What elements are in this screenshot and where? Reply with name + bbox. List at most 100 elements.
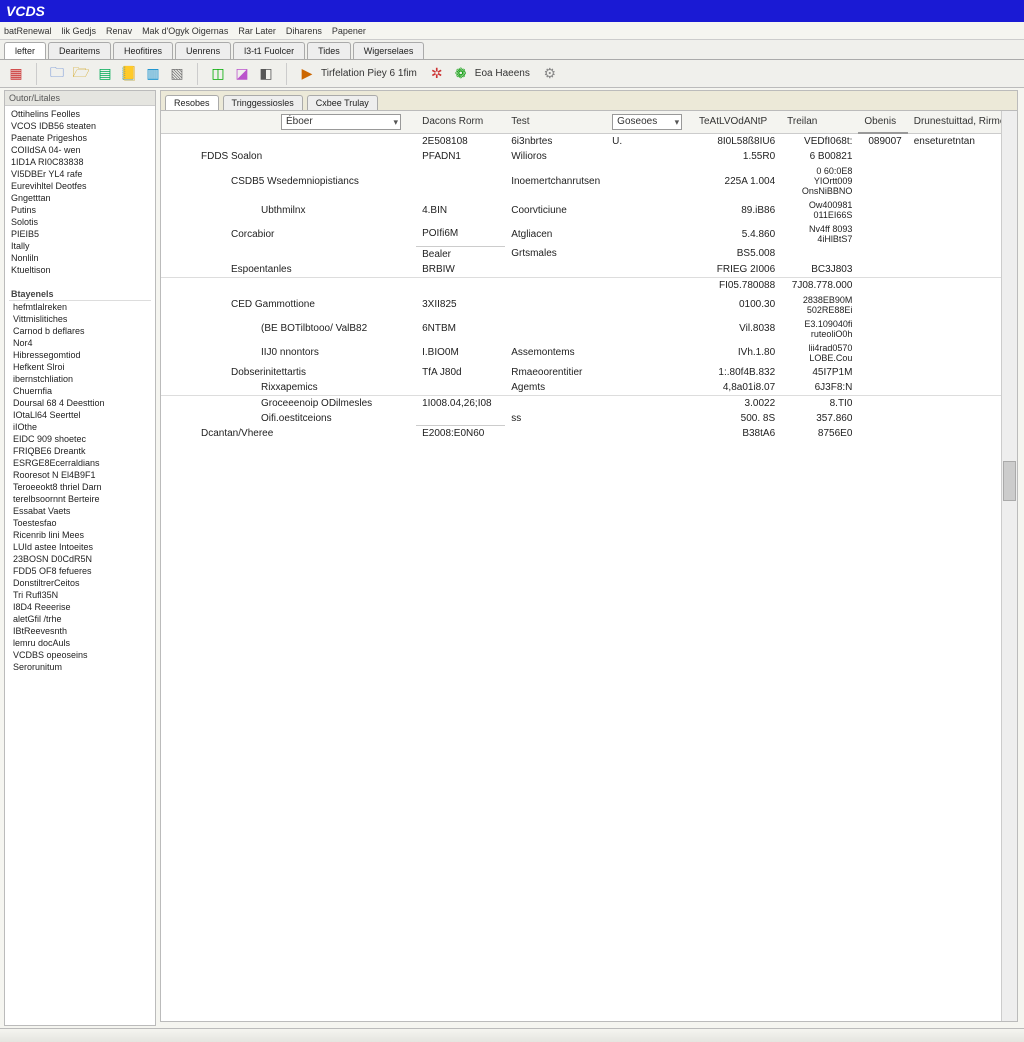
sidebar-item[interactable]: IOtaLl64 Seerttel — [11, 409, 151, 421]
open-icon[interactable]: 🗀 — [47, 64, 67, 84]
tab[interactable]: Wigerselaes — [353, 42, 425, 59]
sidebar-item[interactable]: terelbsoornnt Berteire — [11, 493, 151, 505]
table-row[interactable]: 2E5081086i3nbrtesU.8I0L58ß8IU6VEDfI068t:… — [161, 133, 1017, 149]
sidebar-item[interactable]: Toestesfao — [11, 517, 151, 529]
sidebar-item[interactable]: Eurevihltel Deotfes — [9, 180, 151, 192]
table-row[interactable]: (BE BOTilbtooo/ ValB826NTBMVil.8038E3.10… — [161, 317, 1017, 341]
col-header[interactable]: Test — [505, 111, 606, 133]
table-row[interactable]: FI05.7800887J08.778.000 — [161, 277, 1017, 293]
sidebar-item[interactable]: Ottihelins Feolles — [9, 108, 151, 120]
sidebar-item[interactable]: lemru docAuls — [11, 637, 151, 649]
sheet-icon[interactable]: ▥ — [143, 64, 163, 84]
sidebar-item[interactable]: FRIQBE6 Dreantk — [11, 445, 151, 457]
chart-icon[interactable]: ◧ — [256, 64, 276, 84]
sidebar-item[interactable]: VCOS IDB56 steaten — [9, 120, 151, 132]
sidebar-item[interactable]: Essabat Vaets — [11, 505, 151, 517]
subtab[interactable]: Tringgessiosles — [223, 95, 303, 110]
pict-icon[interactable]: ◫ — [208, 64, 228, 84]
filter-dropdown[interactable]: Goseoes — [612, 114, 682, 130]
sidebar-item[interactable]: COIIdSA 04- wen — [9, 144, 151, 156]
doc-icon[interactable]: ▦ — [6, 64, 26, 84]
sidebar-item[interactable]: ESRGE8Ecerraldians — [11, 457, 151, 469]
play-icon[interactable]: ▶ — [297, 64, 317, 84]
sidebar-item[interactable]: Paenate Prigeshos — [9, 132, 151, 144]
sidebar-item[interactable]: hefmtlalreken — [11, 301, 151, 313]
sidebar-item[interactable]: Vittmislitiches — [11, 313, 151, 325]
sidebar-item[interactable]: Hefkent Slroi — [11, 361, 151, 373]
menu-item[interactable]: lik Gedjs — [62, 26, 97, 36]
tab[interactable]: Heofitires — [113, 42, 173, 59]
tab[interactable]: l3-t1 Fuolcer — [233, 42, 305, 59]
sidebar-item[interactable]: Nonliln — [9, 252, 151, 264]
col-header[interactable]: Obenis — [858, 111, 907, 133]
table-row[interactable]: Oifi.oestitceionsss500. 8S357.860 — [161, 411, 1017, 426]
open2-icon[interactable]: 🗁 — [71, 64, 91, 84]
sidebar-item[interactable]: 23BOSN D0CdR5N — [11, 553, 151, 565]
sidebar-item[interactable]: Chuernfia — [11, 385, 151, 397]
table-row[interactable]: FDDS SoalonPFADN1Wilioros1.55R06 B00821 — [161, 149, 1017, 164]
sidebar-item[interactable]: Doursal 68 4 Deesttion — [11, 397, 151, 409]
book-icon[interactable]: 📒 — [119, 64, 139, 84]
menu-item[interactable]: Diharens — [286, 26, 322, 36]
gear2-icon[interactable]: ❁ — [451, 64, 471, 84]
settings-icon[interactable]: ⚙ — [540, 64, 560, 84]
menu-item[interactable]: Rar Later — [238, 26, 276, 36]
table-row[interactable]: CSDB5 WsedemniopistiancsInoemertchanruts… — [161, 164, 1017, 198]
table-row[interactable]: IIJ0 nnontorsI.BIO0MAssemontemsIVh.1.80l… — [161, 341, 1017, 365]
table-row[interactable]: CED Gammottione3XII8250100.302838EB90M50… — [161, 293, 1017, 317]
table-row[interactable]: CorcabiorPOIfi6MAtgliacen5.4.860Nv4ff 80… — [161, 222, 1017, 246]
col-header[interactable]: Dacons Rorm — [416, 111, 505, 133]
sidebar-item[interactable]: iIOthe — [11, 421, 151, 433]
gear-icon[interactable]: ✲ — [427, 64, 447, 84]
sidebar-item[interactable]: Rooresot N El4B9F1 — [11, 469, 151, 481]
menu-item[interactable]: Mak d'Ogyk Oigernas — [142, 26, 228, 36]
sidebar-item[interactable]: VI5DBEr YL4 rafe — [9, 168, 151, 180]
tab[interactable]: Uenrens — [175, 42, 231, 59]
sheet2-icon[interactable]: ▧ — [167, 64, 187, 84]
sidebar-item[interactable]: 1ID1A RI0C83838 — [9, 156, 151, 168]
sidebar-item[interactable]: PIEIB5 — [9, 228, 151, 240]
sidebar-item[interactable]: Nor4 — [11, 337, 151, 349]
table-row[interactable]: Dcantan/VhereeE2008:E0N60B38tA68756E0 — [161, 426, 1017, 442]
sidebar-item[interactable]: Hibressegomtiod — [11, 349, 151, 361]
subtab[interactable]: Cxbee Trulay — [307, 95, 378, 110]
col-header[interactable]: Treilan — [781, 111, 858, 133]
col-header[interactable]: TeAtLVOdANtP — [693, 111, 781, 133]
sidebar-item[interactable]: Carnod b deflares — [11, 325, 151, 337]
table-row[interactable]: EspoentanlesBRBIWFRIEG 2I006BC3J803 — [161, 262, 1017, 278]
sidebar-item[interactable]: Teroeeokt8 thriel Darn — [11, 481, 151, 493]
save-icon[interactable]: ▤ — [95, 64, 115, 84]
sidebar-item[interactable]: Itally — [9, 240, 151, 252]
table-row[interactable]: RixxapemicsAgemts4,8a01i8.076J3F8:N — [161, 380, 1017, 396]
sidebar-item[interactable]: Ktueltison — [9, 264, 151, 276]
table-row[interactable]: Ubthmilnx4.BINCoorvticiune89.iB86Ow40098… — [161, 198, 1017, 222]
menu-item[interactable]: Renav — [106, 26, 132, 36]
sidebar-item[interactable]: FDD5 OF8 fefueres — [11, 565, 151, 577]
menu-item[interactable]: Papener — [332, 26, 366, 36]
sidebar-item[interactable]: Gngetttan — [9, 192, 151, 204]
sidebar-item[interactable]: Tri Rufl35N — [11, 589, 151, 601]
table-row[interactable]: BealerGrtsmalesBS5.008 — [161, 246, 1017, 262]
table-row[interactable]: DobserinitettartisTfA J80dRmaeoorentitie… — [161, 365, 1017, 380]
scroll-thumb[interactable] — [1003, 461, 1016, 501]
sidebar-item[interactable]: IBtReevesnth — [11, 625, 151, 637]
menu-item[interactable]: batRenewal — [4, 26, 52, 36]
sidebar-item[interactable]: EIDC 909 shoetec — [11, 433, 151, 445]
sidebar-item[interactable]: VCDBS opeoseins — [11, 649, 151, 661]
sidebar-item[interactable]: Putins — [9, 204, 151, 216]
sidebar-item[interactable]: DonstiltrerCeitos — [11, 577, 151, 589]
shape-icon[interactable]: ◪ — [232, 64, 252, 84]
sidebar-item[interactable]: ibernstchliation — [11, 373, 151, 385]
subtab[interactable]: Resobes — [165, 95, 219, 110]
vertical-scrollbar[interactable] — [1001, 111, 1017, 1021]
tab[interactable]: lefter — [4, 42, 46, 59]
sidebar-item[interactable]: Serorunitum — [11, 661, 151, 673]
sidebar-item[interactable]: LUId astee Intoeites — [11, 541, 151, 553]
sidebar-item[interactable]: aletGfil /trhe — [11, 613, 151, 625]
table-row[interactable]: Groceeenoip ODilmesles1I008.04,26;I083.0… — [161, 395, 1017, 411]
sidebar-item[interactable]: Solotis — [9, 216, 151, 228]
sidebar-item[interactable]: I8D4 Reeerise — [11, 601, 151, 613]
filter-dropdown[interactable]: Éboer — [281, 114, 401, 130]
sidebar-item[interactable]: Ricenrib lini Mees — [11, 529, 151, 541]
tab[interactable]: Dearitems — [48, 42, 111, 59]
